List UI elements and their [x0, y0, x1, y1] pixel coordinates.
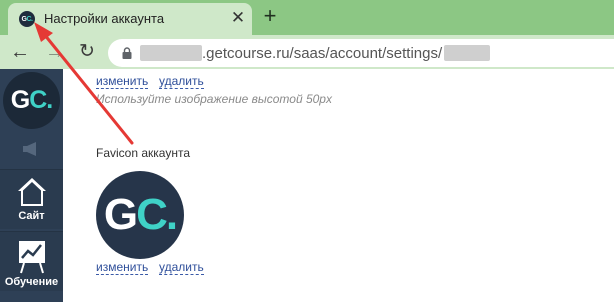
- annotation-arrow: [34, 22, 134, 145]
